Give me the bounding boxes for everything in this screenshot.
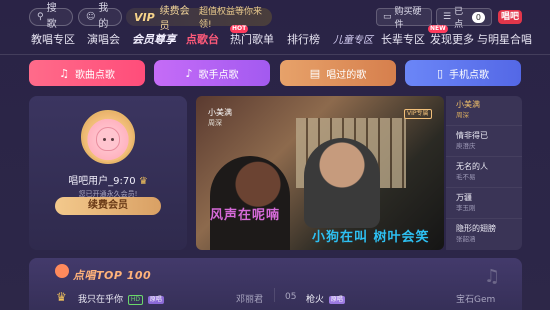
tv-icon: ▭ — [383, 12, 392, 22]
list-item[interactable]: 情非得已 庾澄庆 — [446, 127, 522, 157]
song-title: 枪火 — [306, 295, 325, 305]
song-title: 无名的人 — [456, 162, 488, 171]
song-title: 情非得已 — [456, 131, 488, 140]
table-row[interactable]: 我只在乎你 HD 原唱 — [78, 292, 164, 305]
recommended-song-list: 小美满 周深 情非得已 庾澄庆 无名的人 毛不易 万疆 李玉刚 隐形的翅膀 张韶… — [446, 96, 522, 250]
list-item[interactable]: 隐形的翅膀 张韶涵 — [446, 220, 522, 250]
crown-icon: ♛ — [138, 176, 148, 187]
mascot-face — [96, 127, 120, 151]
search-label: 搜歌 — [46, 3, 57, 30]
song-artist: 张韶涵 — [456, 235, 476, 243]
vip-tag: VIP — [134, 10, 155, 24]
hd-badge: HD — [127, 294, 144, 305]
list-icon: ☰ — [443, 12, 452, 22]
list-item[interactable]: 无名的人 毛不易 — [446, 158, 522, 188]
song-artist: 毛不易 — [456, 173, 476, 181]
song-artist: 李玉刚 — [456, 204, 476, 212]
nav-item-vip[interactable]: 会员尊享 — [132, 31, 176, 47]
user-name: 唱吧用户_9:70 — [68, 176, 136, 187]
search-button[interactable]: ⚲ 搜歌 — [29, 3, 73, 30]
queued-songs-button[interactable]: ☰ 已点 0 — [436, 7, 492, 30]
row-divider — [274, 288, 275, 302]
nav-item-charts[interactable]: 排行榜 — [287, 31, 320, 47]
singer-icon: ♪ — [185, 66, 193, 80]
lyric-line-1: 风声在呢喃 — [210, 208, 281, 223]
mine-button[interactable]: ☺ 我的 — [78, 3, 122, 30]
song-search-label: 歌曲点歌 — [74, 69, 115, 81]
phone-search-button[interactable]: ▯ 手机点歌 — [405, 60, 521, 86]
original-badge: 原唱 — [147, 295, 164, 304]
mascot-eye — [111, 138, 114, 141]
nav-item-concert[interactable]: 演唱会 — [87, 31, 120, 47]
vip-exclusive-badge: VIP专属 — [404, 109, 432, 119]
singer-search-label: 歌手点歌 — [198, 69, 239, 81]
song-artist: 宝石Gem — [456, 295, 496, 305]
table-row[interactable]: 枪火 原唱 — [306, 292, 345, 305]
music-note-icon: ♫ — [59, 66, 69, 80]
vip-text: 续费会员 — [159, 6, 190, 32]
app-logo: 唱吧 — [498, 10, 522, 24]
hot-badge: HOT — [230, 25, 249, 33]
phone-search-label: 手机点歌 — [449, 69, 490, 81]
song-title: 万疆 — [456, 193, 472, 202]
nav-item-teaching[interactable]: 教唱专区 — [31, 31, 75, 47]
history-icon: ▤ — [309, 66, 321, 80]
nav-item-song-station[interactable]: 点歌台 — [186, 31, 219, 47]
top-bar: ⚲ 搜歌 ☺ 我的 VIP 续费会员 超值权益等你来领! ▭ 购买硬件 ☰ 已点… — [0, 3, 550, 32]
main-nav: 教唱专区 演唱会 会员尊享 点歌台 HOT 热门歌单 排行榜 儿童专区 长辈专区… — [0, 25, 550, 49]
lyric-line-2: 小狗在叫 树叶会笑 — [312, 230, 430, 245]
vip-renew-banner[interactable]: VIP 续费会员 超值权益等你来领! — [126, 6, 272, 32]
buy-hardware-label: 购买硬件 — [394, 7, 422, 30]
nav-item-hot-lists-label: 热门歌单 — [230, 33, 274, 46]
avatar[interactable] — [81, 110, 135, 164]
song-title: 小美满 — [456, 100, 480, 109]
song-artist: 周深 — [456, 111, 469, 119]
crown-icon: ♛ — [56, 290, 67, 304]
queued-label: 已点 — [454, 7, 464, 30]
singer-search-button[interactable]: ♪ 歌手点歌 — [154, 60, 270, 86]
video-figure — [304, 138, 380, 228]
video-player[interactable]: 小美满 周深 VIP专属 风声在呢喃 小狗在叫 树叶会笑 — [196, 96, 444, 250]
nav-divider — [0, 54, 550, 55]
nav-item-kids[interactable]: 儿童专区 — [333, 31, 373, 46]
list-item[interactable]: 万疆 李玉刚 — [446, 189, 522, 219]
phone-icon: ▯ — [436, 66, 444, 80]
user-name-line: 唱吧用户_9:70 ♛ — [29, 172, 187, 187]
queued-count: 0 — [471, 11, 485, 23]
list-item[interactable]: 小美满 周深 — [446, 96, 522, 126]
nav-item-elders[interactable]: 长辈专区 — [381, 31, 425, 47]
song-title: 我只在乎你 — [78, 295, 124, 305]
mine-label: 我的 — [98, 3, 109, 30]
video-artist: 周深 — [208, 119, 222, 127]
sung-songs-label: 唱过的歌 — [326, 69, 367, 81]
song-search-button[interactable]: ♫ 歌曲点歌 — [29, 60, 145, 86]
mic-icon — [55, 264, 69, 278]
user-card: 唱吧用户_9:70 ♛ 您已开通永久会员! 续费会员 — [29, 96, 187, 250]
music-note-icon: ♫ — [484, 266, 501, 287]
video-figure — [210, 156, 290, 250]
sung-songs-button[interactable]: ▤ 唱过的歌 — [280, 60, 396, 86]
song-artist: 庾澄庆 — [456, 142, 476, 150]
rank-number: 05 — [285, 292, 297, 302]
buy-hardware-button[interactable]: ▭ 购买硬件 — [376, 7, 432, 30]
nav-item-discover-label: 发现更多 — [430, 33, 474, 46]
nav-item-duet[interactable]: 与明星合唱 — [477, 31, 532, 47]
song-title: 隐形的翅膀 — [456, 224, 496, 233]
mascot-eye — [103, 138, 106, 141]
search-icon: ⚲ — [37, 12, 44, 22]
original-badge: 原唱 — [328, 295, 345, 304]
renew-membership-button[interactable]: 续费会员 — [55, 197, 161, 215]
user-icon: ☺ — [86, 12, 96, 22]
nav-item-hot-lists[interactable]: HOT 热门歌单 — [230, 25, 274, 47]
song-artist: 邓丽君 — [236, 295, 264, 305]
nav-item-discover[interactable]: NEW 发现更多 — [428, 25, 474, 47]
video-song-title: 小美满 — [208, 108, 232, 117]
new-badge: NEW — [428, 25, 448, 33]
top100-title: 点唱TOP 100 — [73, 269, 152, 282]
